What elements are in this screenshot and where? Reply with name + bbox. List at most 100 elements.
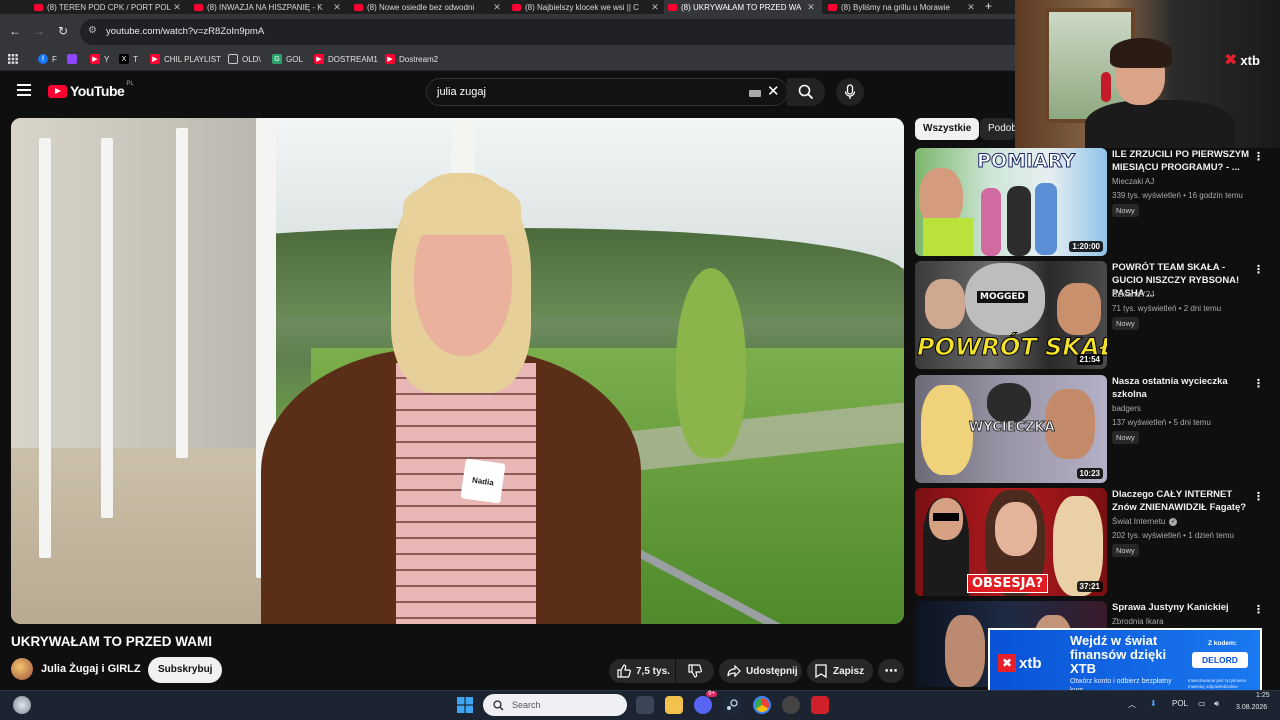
- xtb-logo-text: xtb: [1019, 654, 1042, 672]
- youtube-logo[interactable]: YouTube PL: [48, 81, 134, 99]
- close-tab-icon[interactable]: ✕: [650, 2, 660, 13]
- ad-headline: Wejdź w świat finansów dzięki XTB: [1070, 633, 1167, 676]
- streaming-app-icon[interactable]: [811, 696, 829, 714]
- task-view-icon[interactable]: [636, 696, 654, 714]
- voice-search-button[interactable]: [836, 78, 864, 106]
- video-title[interactable]: Nasza ostatnia wycieczka szkolna: [1112, 375, 1250, 401]
- bookmark-item[interactable]: f F: [38, 54, 57, 64]
- video-thumbnail[interactable]: MOGGED POWRÓT SKAŁ 21:54: [915, 261, 1107, 369]
- discord-icon[interactable]: 9+: [694, 691, 717, 714]
- clock-date[interactable]: 3.08.2026: [1236, 704, 1267, 711]
- channel-name[interactable]: Mieczaki AJ: [1112, 177, 1154, 186]
- video-meta: 71 tys. wyświetleń • 2 dni temu: [1112, 304, 1222, 313]
- windows-start-icon[interactable]: [456, 696, 474, 714]
- subscribe-button[interactable]: Subskrybuj: [148, 657, 223, 683]
- weather-widget-icon[interactable]: [13, 696, 31, 714]
- volume-icon[interactable]: 🔊︎: [1214, 699, 1219, 709]
- site-info-icon[interactable]: ⚙: [88, 25, 97, 36]
- windows-taskbar: Search 9+ ︿ ⬇ POL ▭ 🔊︎ 1:25 3.08.2026: [0, 690, 1280, 720]
- like-button[interactable]: 7,5 tys.: [609, 659, 675, 683]
- clock-time[interactable]: 1:25: [1256, 692, 1270, 699]
- close-tab-icon[interactable]: ✕: [172, 2, 182, 13]
- tray-dropbox-icon[interactable]: ⬇: [1150, 699, 1157, 708]
- close-tab-icon[interactable]: ✕: [966, 2, 976, 13]
- video-title[interactable]: ILE ZRZUCILI PO PIERWSZYM MIESIĄCU PROGR…: [1112, 148, 1250, 174]
- browser-tab[interactable]: (8) Byliśmy na grillu u Morawie ✕: [824, 0, 982, 14]
- apps-grid-icon[interactable]: [8, 54, 18, 64]
- video-duration: 1:20:00: [1069, 241, 1103, 252]
- app-icon[interactable]: [782, 696, 800, 714]
- bookmark-item[interactable]: ▶ DOSTREAM1: [314, 54, 378, 64]
- recommended-video[interactable]: MOGGED POWRÓT SKAŁ 21:54 POWRÓT TEAM SKA…: [915, 261, 1265, 369]
- bookmark-folder[interactable]: OLD\: [228, 54, 261, 64]
- save-button[interactable]: Zapisz: [807, 659, 873, 683]
- bookmark-item[interactable]: ▶ Dostream2: [385, 54, 438, 64]
- search-input[interactable]: julia zugaj ✕: [426, 78, 788, 106]
- recommended-video[interactable]: OBSESJA? 37:21 Dlaczego CAŁY INTERNET Zn…: [915, 488, 1265, 596]
- file-explorer-icon[interactable]: [665, 696, 683, 714]
- video-title[interactable]: Sprawa Justyny Kanickiej: [1112, 601, 1250, 614]
- chip-all[interactable]: Wszystkie: [915, 118, 980, 140]
- back-arrow-icon[interactable]: ←: [7, 24, 23, 38]
- tray-chevron-icon[interactable]: ︿: [1128, 699, 1136, 710]
- close-tab-icon[interactable]: ✕: [806, 2, 816, 13]
- tab-title: (8) TEREN POD CPK / PORT POL: [47, 2, 172, 12]
- address-bar[interactable]: ⚙ youtube.com/watch?v=zR8ZoIn9pmA: [80, 19, 1040, 45]
- webcam-person-body: [1085, 100, 1235, 148]
- video-frame-pillar: [39, 138, 51, 558]
- close-tab-icon[interactable]: ✕: [492, 2, 502, 13]
- more-vertical-icon[interactable]: ⋮: [1253, 603, 1264, 616]
- recommended-video[interactable]: POMIARY 1:20:00 ILE ZRZUCILI PO PIERWSZY…: [915, 148, 1265, 256]
- bookmark-item[interactable]: X T: [119, 54, 138, 64]
- video-thumbnail[interactable]: POMIARY 1:20:00: [915, 148, 1107, 256]
- more-vertical-icon[interactable]: ⋮: [1253, 150, 1264, 163]
- bookmark-item[interactable]: ▶ Y: [90, 54, 109, 64]
- xtb-ad-logo: ✖ xtb: [998, 654, 1042, 672]
- clear-search-icon[interactable]: ✕: [767, 82, 780, 100]
- browser-tab[interactable]: (8) TEREN POD CPK / PORT POL ✕: [30, 0, 188, 14]
- browser-tab[interactable]: (8) INWAZJA NA HISZPANIĘ - K ✕: [190, 0, 348, 14]
- channel-avatar[interactable]: [11, 658, 33, 680]
- video-player[interactable]: Nadia: [11, 118, 904, 624]
- browser-tab-active[interactable]: (8) UKRYWAŁAM TO PRZED WA ✕: [664, 0, 822, 14]
- menu-hamburger-icon[interactable]: [17, 84, 31, 96]
- video-thumbnail[interactable]: WYCIECZKA 10:23: [915, 375, 1107, 483]
- forward-arrow-icon[interactable]: →: [31, 24, 47, 38]
- language-indicator[interactable]: POL: [1172, 699, 1188, 708]
- video-thumbnail[interactable]: OBSESJA? 37:21: [915, 488, 1107, 596]
- bookmark-item[interactable]: ▶ CHIL PLAYLIST: [150, 54, 221, 64]
- channel-row[interactable]: Świat Internetu ✓: [1112, 517, 1178, 526]
- region-label: PL: [126, 81, 134, 87]
- dislike-button[interactable]: [676, 659, 714, 683]
- channel-name[interactable]: badgers: [1112, 404, 1141, 413]
- browser-tab[interactable]: (8) Nowe osiedle bez odwodni ✕: [350, 0, 508, 14]
- video-frame-bangs: [403, 180, 521, 235]
- more-vertical-icon[interactable]: ⋮: [1253, 377, 1264, 390]
- more-vertical-icon[interactable]: ⋮: [1253, 263, 1264, 276]
- youtube-icon: [354, 3, 363, 11]
- new-tab-button[interactable]: +: [985, 0, 992, 12]
- youtube-icon: ▶: [90, 54, 100, 64]
- channel-name[interactable]: SzklanaY2J: [1112, 290, 1154, 299]
- more-vertical-icon[interactable]: ⋮: [1253, 490, 1264, 503]
- browser-tab[interactable]: (8) Najbielszy klocek we wsi || C ✕: [508, 0, 666, 14]
- more-actions-button[interactable]: ⋯: [878, 659, 904, 683]
- thumbnail-text: OBSESJA?: [967, 574, 1049, 593]
- channel-name[interactable]: Zbrodnia Ikara: [1112, 617, 1164, 626]
- share-button[interactable]: Udostępnij: [719, 659, 802, 683]
- close-tab-icon[interactable]: ✕: [332, 2, 342, 13]
- chrome-icon[interactable]: [753, 696, 771, 714]
- chip-similar[interactable]: Podob: [980, 118, 1015, 140]
- bookmark-item[interactable]: [67, 54, 81, 64]
- keyboard-icon[interactable]: [749, 90, 761, 97]
- recommended-video[interactable]: WYCIECZKA 10:23 Nasza ostatnia wycieczka…: [915, 375, 1265, 483]
- steam-icon[interactable]: [723, 696, 741, 714]
- taskbar-search-input[interactable]: Search: [483, 694, 627, 716]
- reload-icon[interactable]: ↻: [55, 24, 71, 38]
- video-title[interactable]: Dlaczego CAŁY INTERNET Znów ZNIENAWIDZIŁ…: [1112, 488, 1250, 514]
- network-icon[interactable]: ▭: [1198, 699, 1206, 708]
- bookmark-item[interactable]: G GOL: [272, 54, 303, 64]
- channel-name[interactable]: Julia Żugaj i GIRLZ: [41, 663, 141, 675]
- bookmark-label: T: [133, 54, 138, 64]
- search-button[interactable]: [787, 78, 825, 106]
